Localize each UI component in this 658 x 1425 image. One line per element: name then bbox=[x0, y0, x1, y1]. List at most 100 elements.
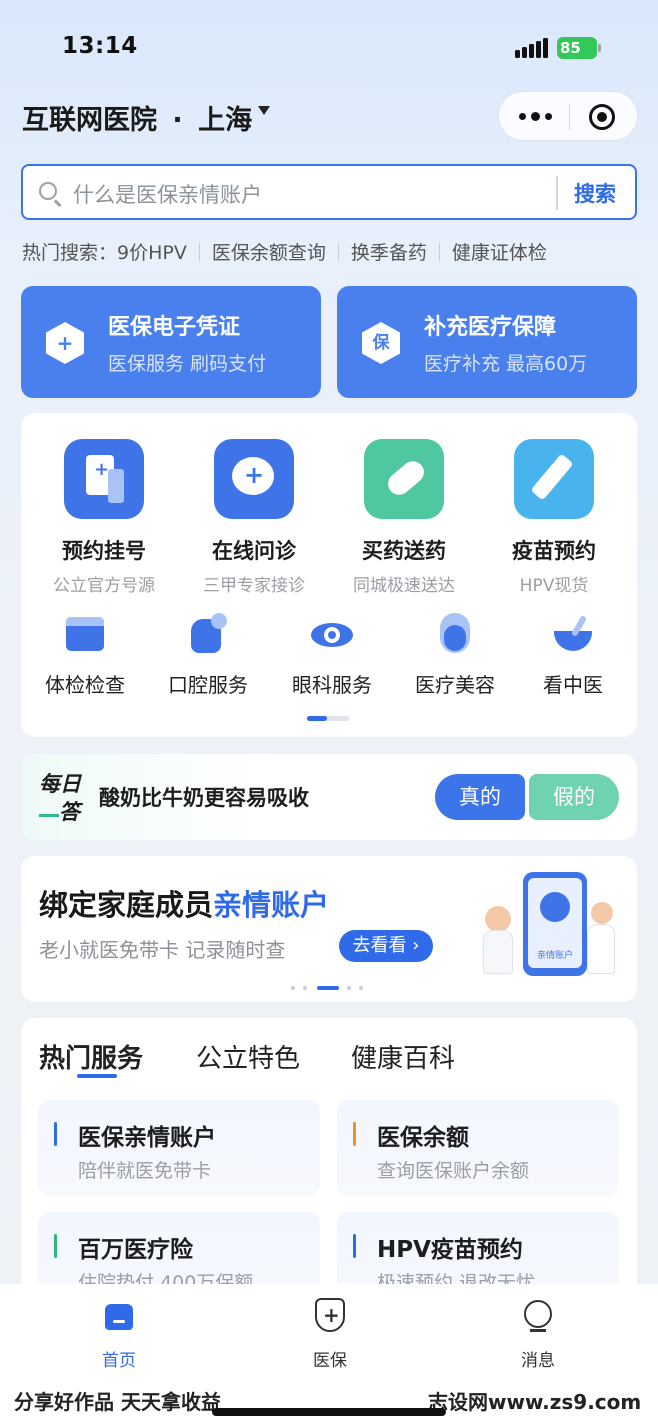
service-title: 眼科服务 bbox=[292, 673, 372, 697]
active-tab-indicator bbox=[77, 1074, 117, 1078]
service-title: 预约挂号 bbox=[62, 539, 146, 563]
divider bbox=[198, 242, 200, 261]
service-title: 体检检查 bbox=[45, 673, 125, 697]
service-subtitle: 同城极速送达 bbox=[353, 576, 455, 596]
status-time: 13:14 bbox=[62, 33, 138, 59]
face-icon bbox=[432, 611, 478, 657]
promo-title: 绑定家庭成员亲情账户 bbox=[39, 882, 329, 924]
hot-search-item[interactable]: 健康证体检 bbox=[452, 238, 547, 265]
service-title: 买药送药 bbox=[362, 539, 446, 563]
search-button[interactable]: 搜索 bbox=[574, 178, 616, 208]
hospital-card-icon: + bbox=[64, 439, 144, 519]
divider bbox=[438, 242, 440, 261]
banner-title: 补充医疗保障 bbox=[424, 315, 557, 340]
hot-search-item[interactable]: 换季备药 bbox=[351, 238, 427, 265]
hot-search-item[interactable]: 医保余额查询 bbox=[212, 238, 326, 265]
battery-level: 85 bbox=[560, 39, 581, 57]
service-appointment[interactable]: + 预约挂号 公立官方号源 bbox=[29, 439, 179, 596]
search-input[interactable]: 什么是医保亲情账户 bbox=[73, 179, 262, 209]
banner-subtitle: 医疗补充 最高60万 bbox=[424, 353, 588, 375]
nav-home[interactable]: 首页 bbox=[69, 1298, 169, 1371]
calendar-icon bbox=[62, 611, 108, 657]
accent-bar bbox=[353, 1122, 356, 1146]
nav-label: 医保 bbox=[313, 1351, 347, 1371]
divider bbox=[337, 242, 339, 261]
promo-subtitle: 老小就医免带卡 记录随时查 bbox=[39, 938, 286, 962]
location-selector[interactable]: 互联网医院 · 上海 bbox=[22, 98, 252, 137]
daily-logo-line bbox=[39, 814, 59, 817]
service-tcm[interactable]: 看中医 bbox=[511, 611, 635, 698]
services-card: + 预约挂号 公立官方号源 + 在线问诊 三甲专家接诊 买药送药 同城极速送达 … bbox=[21, 413, 637, 737]
pill-icon bbox=[364, 439, 444, 519]
promo-title-highlight: 亲情账户 bbox=[213, 888, 330, 922]
accent-bar bbox=[54, 1234, 57, 1258]
service-subtitle: 公立官方号源 bbox=[53, 576, 155, 596]
daily-question-text: 酸奶比牛奶更容易吸收 bbox=[99, 786, 309, 810]
tile-subtitle: 陪伴就医免带卡 bbox=[78, 1160, 212, 1182]
nav-insurance[interactable]: + 医保 bbox=[280, 1298, 380, 1371]
eye-icon bbox=[309, 611, 355, 657]
medical-insurance-card-banner[interactable]: + 医保电子凭证 医保服务 刷码支付 bbox=[21, 286, 321, 398]
cellular-signal-icon bbox=[515, 38, 549, 58]
service-subtitle: HPV现货 bbox=[519, 576, 589, 596]
battery-icon: 85 bbox=[557, 37, 601, 59]
supplementary-insurance-banner[interactable]: 保 补充医疗保障 医疗补充 最高60万 bbox=[337, 286, 637, 398]
tile-insurance-balance[interactable]: 医保余额 查询医保账户余额 bbox=[337, 1100, 619, 1196]
mortar-icon bbox=[550, 611, 596, 657]
service-checkup[interactable]: 体检检查 bbox=[23, 611, 147, 698]
tile-title: 医保余额 bbox=[377, 1125, 469, 1151]
home-icon bbox=[102, 1298, 136, 1332]
shield-bao-icon: 保 bbox=[362, 322, 400, 364]
watermark-right: 志设网www.zs9.com bbox=[428, 1390, 642, 1414]
city-name: 上海 bbox=[198, 105, 253, 136]
search-bar[interactable]: 什么是医保亲情账户 搜索 bbox=[21, 164, 637, 220]
tile-family-account[interactable]: 医保亲情账户 陪伴就医免带卡 bbox=[38, 1100, 320, 1196]
service-title: 口腔服务 bbox=[168, 673, 248, 697]
chevron-down-icon[interactable] bbox=[258, 106, 270, 115]
answer-false-button[interactable]: 假的 bbox=[529, 774, 619, 820]
hot-search: 热门搜索： 9价HPV 医保余额查询 换季备药 健康证体检 bbox=[22, 238, 547, 265]
promo-title-prefix: 绑定家庭成员 bbox=[39, 888, 214, 922]
service-buy-medicine[interactable]: 买药送药 同城极速送达 bbox=[329, 439, 479, 596]
tab-health-wiki[interactable]: 健康百科 bbox=[351, 1038, 455, 1075]
family-account-promo[interactable]: 绑定家庭成员亲情账户 老小就医免带卡 记录随时查 去看看 › 亲情账户 bbox=[21, 856, 637, 1002]
accent-bar bbox=[54, 1122, 57, 1146]
service-online-consult[interactable]: + 在线问诊 三甲专家接诊 bbox=[179, 439, 329, 596]
carousel-indicator bbox=[291, 986, 371, 990]
nav-label: 消息 bbox=[521, 1351, 555, 1371]
capsule-divider bbox=[569, 104, 570, 130]
chat-plus-icon: + bbox=[214, 439, 294, 519]
chat-bubble-icon bbox=[521, 1298, 555, 1332]
service-title: 看中医 bbox=[543, 673, 603, 697]
service-title: 疫苗预约 bbox=[512, 539, 596, 563]
more-icon[interactable] bbox=[519, 112, 553, 121]
insurance-card-icon: + bbox=[46, 322, 84, 364]
title-separator: · bbox=[172, 105, 183, 136]
service-ophthalmology[interactable]: 眼科服务 bbox=[270, 611, 394, 698]
service-cosmetic[interactable]: 医疗美容 bbox=[393, 611, 517, 698]
daily-logo-bottom: 答 bbox=[59, 800, 80, 824]
hot-search-item[interactable]: 9价HPV bbox=[117, 238, 187, 265]
nav-label: 首页 bbox=[102, 1351, 136, 1371]
banner-subtitle: 医保服务 刷码支付 bbox=[108, 353, 267, 375]
home-indicator[interactable] bbox=[212, 1408, 446, 1416]
search-divider bbox=[556, 176, 558, 210]
service-title: 在线问诊 bbox=[212, 539, 296, 563]
tile-subtitle: 查询医保账户余额 bbox=[377, 1160, 530, 1182]
service-title: 医疗美容 bbox=[415, 673, 495, 697]
nav-messages[interactable]: 消息 bbox=[488, 1298, 588, 1371]
close-target-icon[interactable] bbox=[589, 104, 615, 130]
promo-go-button[interactable]: 去看看 › bbox=[339, 930, 433, 962]
tab-public-features[interactable]: 公立特色 bbox=[196, 1038, 300, 1075]
tab-hot-services[interactable]: 热门服务 bbox=[39, 1038, 143, 1075]
tile-title: HPV疫苗预约 bbox=[377, 1237, 523, 1263]
service-vaccine[interactable]: 疫苗预约 HPV现货 bbox=[479, 439, 629, 596]
tile-title: 百万医疗险 bbox=[78, 1237, 193, 1263]
hot-services-panel: 热门服务 公立特色 健康百科 医保亲情账户 陪伴就医免带卡 医保余额 查询医保账… bbox=[21, 1018, 637, 1318]
answer-true-button[interactable]: 真的 bbox=[435, 774, 525, 820]
app-title: 互联网医院 bbox=[22, 105, 157, 136]
banner-title: 医保电子凭证 bbox=[108, 315, 241, 340]
daily-logo-top: 每日 bbox=[39, 772, 81, 796]
service-dental[interactable]: 口腔服务 bbox=[146, 611, 270, 698]
syringe-icon bbox=[514, 439, 594, 519]
